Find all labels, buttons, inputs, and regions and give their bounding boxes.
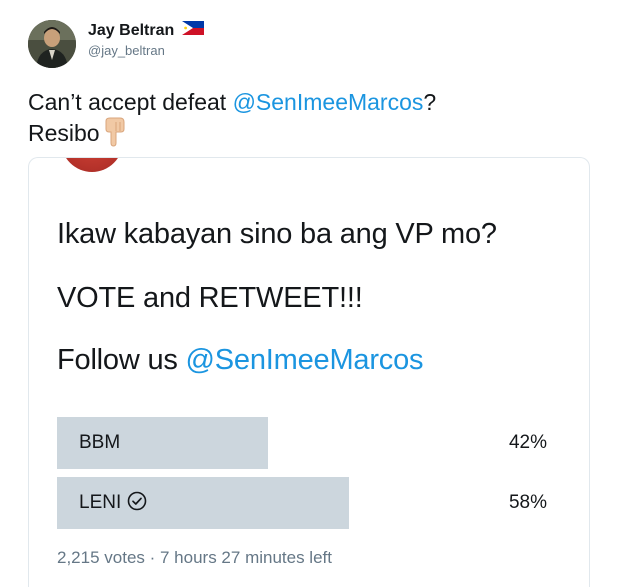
poll-option-percent: 42% — [508, 432, 547, 453]
user-avatar[interactable] — [28, 20, 76, 68]
poll-option-leni: LENI 58% — [57, 477, 547, 529]
quoted-mention: @SenImeeMarcos — [185, 344, 424, 376]
tweet: Jay Beltran @jay_beltran Can’t accept de… — [0, 0, 617, 587]
poll-option-label: BBM — [79, 432, 121, 453]
backhand-index-pointing-down-icon — [102, 117, 128, 154]
quoted-image-card[interactable]: Ikaw kabayan sino ba ang VP mo? VOTE and… — [28, 157, 590, 587]
poll-option-label-wrap: LENI — [79, 477, 147, 529]
author-info: Jay Beltran @jay_beltran — [88, 20, 204, 58]
poll-option-percent: 58% — [508, 492, 547, 513]
philippines-flag-icon — [181, 20, 204, 40]
author-display-name[interactable]: Jay Beltran — [88, 22, 174, 40]
quoted-line-2: VOTE and RETWEET!!! — [57, 282, 363, 314]
poll-option-bbm: BBM 42% — [57, 417, 547, 469]
tweet-mention-link[interactable]: @SenImeeMarcos — [233, 89, 424, 115]
quoted-avatar-partial — [61, 158, 123, 172]
quoted-line-3-prefix: Follow us — [57, 344, 186, 376]
tweet-text-before: Can’t accept defeat — [28, 89, 233, 115]
tweet-text-after: ? — [423, 89, 437, 115]
tweet-text: Can’t accept defeat @SenImeeMarcos? Resi… — [28, 88, 598, 154]
quoted-line-3: Follow us @SenImeeMarcos — [57, 344, 424, 377]
author-handle[interactable]: @jay_beltran — [88, 43, 204, 58]
quoted-line-1: Ikaw kabayan sino ba ang VP mo? — [57, 218, 497, 250]
poll-meta: 2,215 votes · 7 hours 27 minutes left — [57, 548, 332, 567]
poll-option-label: LENI — [79, 492, 122, 513]
avatar-image — [28, 20, 76, 68]
tweet-text-line2: Resibo — [28, 120, 100, 146]
check-circle-icon — [127, 480, 147, 532]
